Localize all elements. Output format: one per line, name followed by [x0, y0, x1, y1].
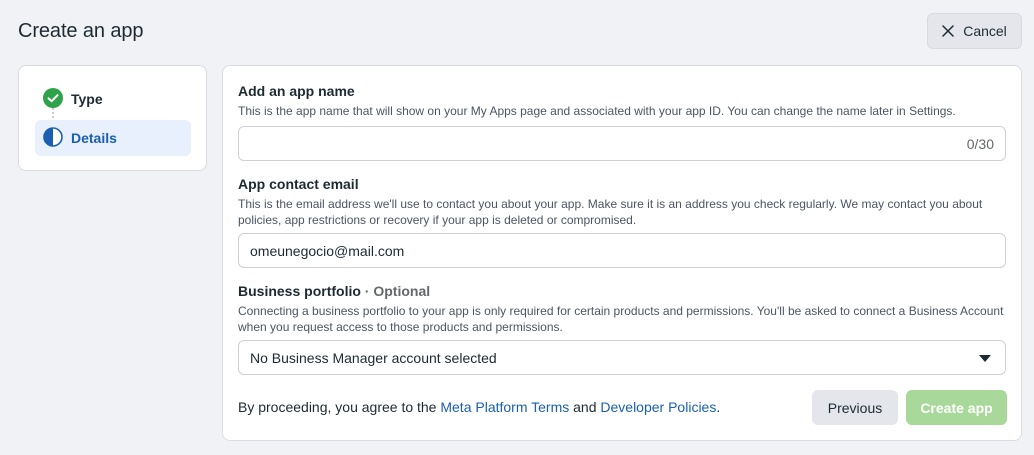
char-counter: 0/30: [966, 135, 994, 152]
contact-email-description: This is the email address we'll use to c…: [238, 197, 983, 227]
developer-policies-link[interactable]: Developer Policies: [600, 399, 716, 415]
create-app-button[interactable]: Create app: [906, 390, 1007, 425]
page-title: Create an app: [18, 20, 144, 42]
business-portfolio-section: Business portfolio · Optional Connecting…: [238, 283, 1008, 375]
meta-platform-terms-link[interactable]: Meta Platform Terms: [440, 399, 569, 415]
app-details-form: Add an app name This is the app name tha…: [222, 65, 1022, 441]
business-portfolio-description: Connecting a business portfolio to your …: [238, 304, 1004, 334]
step-details[interactable]: Details: [35, 120, 191, 156]
step-label: Details: [71, 130, 117, 146]
business-portfolio-selected: No Business Manager account selected: [250, 349, 497, 366]
terms-prefix: By proceeding, you agree to the: [238, 399, 437, 415]
app-name-title: Add an app name: [238, 83, 355, 99]
caret-down-icon: [979, 355, 991, 362]
cancel-button[interactable]: Cancel: [927, 13, 1022, 49]
terms-notice: By proceeding, you agree to the Meta Pla…: [238, 399, 720, 415]
steps-panel: Type Details: [18, 65, 207, 171]
app-name-input[interactable]: [250, 135, 967, 152]
contact-email-input[interactable]: [250, 242, 994, 259]
app-name-section: Add an app name This is the app name tha…: [238, 83, 1008, 161]
contact-email-field[interactable]: [238, 233, 1006, 268]
half-circle-icon: [43, 126, 63, 150]
business-portfolio-select[interactable]: No Business Manager account selected: [238, 340, 1006, 375]
contact-email-section: App contact email This is the email addr…: [238, 176, 1008, 268]
cancel-label: Cancel: [963, 23, 1007, 39]
step-type[interactable]: Type: [35, 81, 191, 117]
step-label: Type: [71, 91, 103, 107]
optional-label: · Optional: [364, 283, 431, 299]
terms-and: and: [573, 399, 597, 415]
previous-button[interactable]: Previous: [812, 390, 898, 425]
terms-suffix: .: [716, 399, 721, 415]
app-name-field[interactable]: 0/30: [238, 126, 1006, 161]
business-portfolio-title: Business portfolio · Optional: [238, 283, 1008, 300]
business-portfolio-label: Business portfolio: [238, 283, 361, 299]
app-name-description: This is the app name that will show on y…: [238, 104, 956, 118]
contact-email-title: App contact email: [238, 176, 359, 192]
close-icon: [942, 25, 954, 37]
